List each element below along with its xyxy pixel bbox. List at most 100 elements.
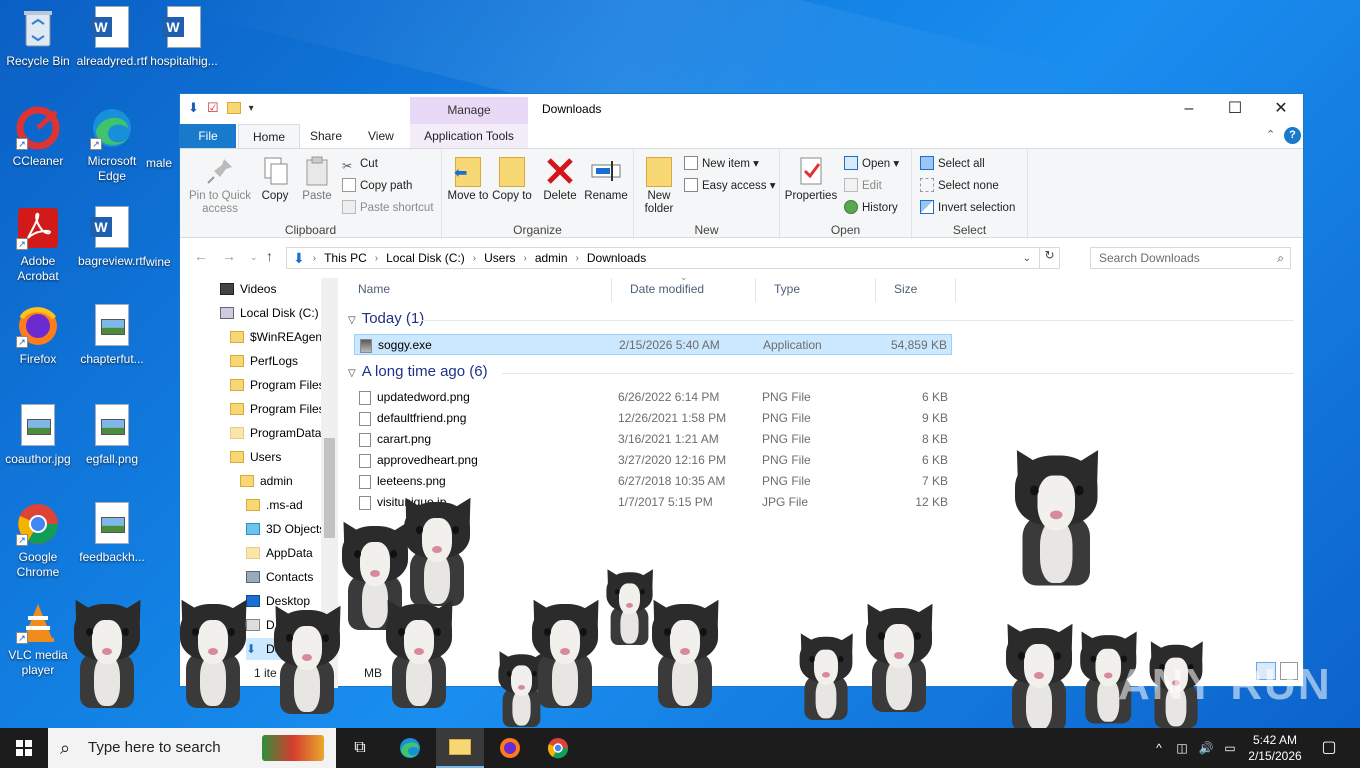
edit-button[interactable]: Edit bbox=[844, 177, 882, 195]
breadcrumb-local-disk[interactable]: Local Disk (C:) bbox=[386, 251, 465, 265]
taskbar-firefox-button[interactable] bbox=[486, 728, 534, 768]
group-header-long-time-ago[interactable]: ▽ A long time ago (6) bbox=[348, 363, 488, 380]
nav-item-perflogs[interactable]: PerfLogs bbox=[230, 350, 322, 372]
help-icon[interactable]: ? bbox=[1284, 127, 1301, 144]
collapse-ribbon-icon[interactable]: ⌃ bbox=[1266, 128, 1275, 141]
volume-icon[interactable]: 🔊 bbox=[1196, 728, 1216, 768]
down-arrow-icon[interactable]: ⬇ bbox=[188, 100, 199, 116]
pin-to-quick-access-button[interactable]: Pin to Quick access bbox=[186, 155, 254, 216]
file-row[interactable]: carart.png 3/16/2021 1:21 AM PNG File 8 … bbox=[354, 429, 952, 450]
address-dropdown-icon[interactable]: ⌄ bbox=[1023, 253, 1031, 264]
nav-item-admin[interactable]: admin bbox=[240, 470, 322, 492]
file-row[interactable]: leeteens.png 6/27/2018 10:35 AM PNG File… bbox=[354, 471, 952, 492]
delete-button[interactable]: Delete bbox=[538, 155, 582, 203]
nav-item-winreagent[interactable]: $WinREAgent bbox=[230, 326, 322, 348]
chevron-right-icon[interactable]: › bbox=[523, 253, 526, 264]
nav-item-users[interactable]: Users bbox=[230, 446, 322, 468]
taskbar-file-explorer-button[interactable] bbox=[436, 728, 484, 768]
desktop-icon-google-chrome[interactable]: ↗ Google Chrome bbox=[0, 502, 76, 580]
nav-item-videos[interactable]: Videos bbox=[220, 278, 276, 300]
search-input[interactable]: Search Downloads ⌕ bbox=[1090, 247, 1291, 269]
close-button[interactable]: ✕ bbox=[1258, 94, 1304, 124]
notifications-icon[interactable]: ▢ bbox=[1314, 728, 1344, 768]
group-header-today[interactable]: ▽ Today (1) bbox=[348, 310, 424, 327]
column-header-name[interactable]: Name bbox=[340, 278, 612, 302]
tab-view[interactable]: View bbox=[354, 124, 408, 148]
forward-arrow-icon[interactable]: → bbox=[222, 248, 236, 264]
desktop-icon-hospitalhig[interactable]: W hospitalhig... bbox=[146, 6, 222, 69]
tab-file[interactable]: File bbox=[180, 124, 236, 148]
taskbar-chrome-button[interactable] bbox=[534, 728, 582, 768]
nav-item-3d-objects[interactable]: 3D Objects bbox=[246, 518, 322, 540]
chevron-right-icon[interactable]: › bbox=[576, 253, 579, 264]
desktop-icon-microsoft-edge[interactable]: ↗ Microsoft Edge bbox=[74, 106, 150, 184]
paste-button[interactable]: Paste bbox=[296, 155, 338, 203]
chevron-right-icon[interactable]: › bbox=[473, 253, 476, 264]
nav-item-appdata[interactable]: AppData bbox=[246, 542, 322, 564]
address-bar[interactable]: ⬇ › This PC › Local Disk (C:) › Users › … bbox=[286, 247, 1060, 269]
desktop-icon-coauthor[interactable]: coauthor.jpg bbox=[0, 404, 76, 467]
file-row[interactable]: soggy.exe 2/15/2026 5:40 AM Application … bbox=[354, 334, 952, 355]
breadcrumb-admin[interactable]: admin bbox=[535, 251, 568, 265]
breadcrumb-this-pc[interactable]: This PC bbox=[324, 251, 367, 265]
breadcrumb-users[interactable]: Users bbox=[484, 251, 515, 265]
back-arrow-icon[interactable]: ← bbox=[194, 248, 208, 264]
history-button[interactable]: History bbox=[844, 199, 898, 217]
manage-context-tab[interactable]: Manage bbox=[410, 97, 528, 124]
maximize-button[interactable]: ☐ bbox=[1212, 94, 1258, 124]
rename-button[interactable]: Rename bbox=[582, 155, 630, 203]
breadcrumb-downloads[interactable]: Downloads bbox=[587, 251, 646, 265]
file-row[interactable]: approvedheart.png 3/27/2020 12:16 PM PNG… bbox=[354, 450, 952, 471]
recent-locations-icon[interactable]: ⌄ bbox=[250, 252, 258, 263]
paste-shortcut-button[interactable]: Paste shortcut bbox=[342, 199, 434, 217]
nav-item-ms-ad[interactable]: .ms-ad bbox=[246, 494, 322, 516]
column-header-size[interactable]: Size bbox=[876, 278, 956, 302]
refresh-icon[interactable]: ↻ bbox=[1039, 248, 1059, 268]
desktop-icon-feedbackh[interactable]: feedbackh... bbox=[74, 502, 150, 565]
copy-button[interactable]: Copy bbox=[254, 155, 296, 203]
desktop-icon-egfall[interactable]: egfall.png bbox=[74, 404, 150, 467]
nav-item-local-disk[interactable]: Local Disk (C:) bbox=[220, 302, 319, 324]
nav-item-program-files-x86[interactable]: Program Files bbox=[230, 398, 322, 420]
tab-share[interactable]: Share bbox=[296, 124, 356, 148]
tab-application-tools[interactable]: Application Tools bbox=[410, 124, 528, 148]
network-icon[interactable]: ▭ bbox=[1220, 728, 1240, 768]
desktop-icon-bagreview[interactable]: W bagreview.rtf bbox=[74, 206, 150, 269]
desktop-icon-ccleaner[interactable]: ↗ CCleaner bbox=[0, 106, 76, 169]
column-header-type[interactable]: Type bbox=[756, 278, 876, 302]
customize-qat-icon[interactable]: ▾ bbox=[249, 103, 254, 114]
desktop-icon-alreadyred[interactable]: W alreadyred.rtf bbox=[74, 6, 150, 69]
invert-selection-button[interactable]: Invert selection bbox=[920, 199, 1015, 217]
file-row[interactable]: defaultfriend.png 12/26/2021 1:58 PM PNG… bbox=[354, 408, 952, 429]
move-to-button[interactable]: ⬅ Move to bbox=[446, 155, 490, 203]
new-folder-icon[interactable] bbox=[226, 102, 241, 114]
cut-button[interactable]: ✂ Cut bbox=[342, 155, 378, 173]
nav-item-contacts[interactable]: Contacts bbox=[246, 566, 322, 588]
chevron-right-icon[interactable]: › bbox=[375, 253, 378, 264]
copy-path-button[interactable]: Copy path bbox=[342, 177, 412, 195]
desktop-icon-wine[interactable]: wine bbox=[146, 255, 180, 270]
desktop-icon-recycle-bin[interactable]: Recycle Bin bbox=[0, 6, 76, 69]
tab-home[interactable]: Home bbox=[238, 124, 301, 148]
select-none-button[interactable]: Select none bbox=[920, 177, 999, 195]
file-row[interactable]: updatedword.png 6/26/2022 6:14 PM PNG Fi… bbox=[354, 387, 952, 408]
start-button[interactable] bbox=[0, 728, 48, 768]
desktop-icon-male[interactable]: male bbox=[146, 156, 180, 171]
new-folder-button[interactable]: New folder bbox=[636, 155, 682, 216]
easy-access-button[interactable]: Easy access ▾ bbox=[684, 177, 776, 195]
properties-button[interactable]: Properties bbox=[782, 155, 840, 203]
taskbar-search-box[interactable]: ⌕ Type here to search bbox=[48, 728, 336, 768]
open-button[interactable]: Open ▾ bbox=[844, 155, 899, 173]
taskbar-edge-button[interactable] bbox=[386, 728, 434, 768]
taskbar-clock[interactable]: 5:42 AM 2/15/2026 bbox=[1240, 732, 1310, 764]
new-item-button[interactable]: New item ▾ bbox=[684, 155, 759, 173]
show-hidden-icons-button[interactable]: ^ bbox=[1150, 728, 1168, 768]
task-view-button[interactable]: ⧉ bbox=[336, 728, 384, 768]
nav-item-program-files[interactable]: Program Files bbox=[230, 374, 322, 396]
meet-now-icon[interactable]: ◫ bbox=[1172, 728, 1192, 768]
properties-check-icon[interactable]: ☑ bbox=[207, 100, 219, 116]
desktop-icon-firefox[interactable]: ↗ Firefox bbox=[0, 304, 76, 367]
minimize-button[interactable]: – bbox=[1166, 94, 1212, 124]
nav-item-programdata[interactable]: ProgramData bbox=[230, 422, 322, 444]
desktop-icon-chapterfut[interactable]: chapterfut... bbox=[74, 304, 150, 367]
